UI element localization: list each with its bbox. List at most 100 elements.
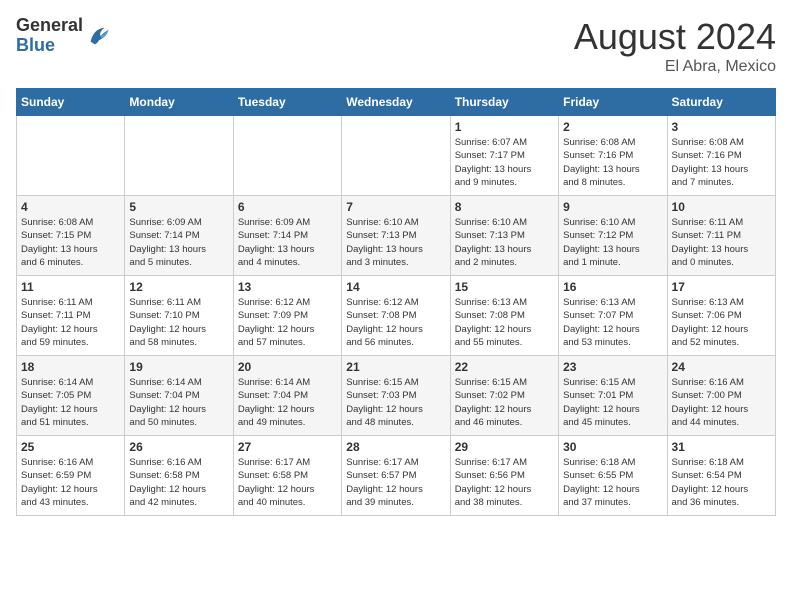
calendar-cell: 14Sunrise: 6:12 AM Sunset: 7:08 PM Dayli… [342, 276, 450, 356]
calendar-week-row: 18 Sunrise: 6:14 AM Sunset: 7:05 PM Dayli… [17, 356, 776, 436]
calendar-cell: 1 Sunrise: 6:07 AM Sunset: 7:17 PM Daylig… [450, 116, 558, 196]
calendar-cell: 20 Sunrise: 6:14 AM Sunset: 7:04 PM Dayli… [233, 356, 341, 436]
day-number: 14 [346, 280, 445, 294]
calendar-cell: 17Sunrise: 6:13 AM Sunset: 7:06 PM Dayli… [667, 276, 775, 356]
calendar-cell: 29 Sunrise: 6:17 AM Sunset: 6:56 PM Dayli… [450, 436, 558, 516]
calendar-cell: 16 Sunrise: 6:13 AM Sunset: 7:07 PM Dayli… [559, 276, 667, 356]
day-number: 27 [238, 440, 337, 454]
day-number: 25 [21, 440, 120, 454]
day-of-week-header: Friday [559, 89, 667, 116]
day-info: Sunrise: 6:15 AM Sunset: 7:02 PM Dayligh… [455, 376, 554, 429]
calendar-cell: 27 Sunrise: 6:17 AM Sunset: 6:58 PM Dayli… [233, 436, 341, 516]
day-info: Sunrise: 6:14 AM Sunset: 7:04 PM Dayligh… [129, 376, 228, 429]
day-number: 16 [563, 280, 662, 294]
calendar-header: SundayMondayTuesdayWednesdayThursdayFrid… [17, 89, 776, 116]
calendar-cell [233, 116, 341, 196]
logo-bird-icon [85, 22, 113, 50]
calendar-cell: 25Sunrise: 6:16 AM Sunset: 6:59 PM Dayli… [17, 436, 125, 516]
day-info: Sunrise: 6:08 AM Sunset: 7:16 PM Dayligh… [672, 136, 771, 189]
day-number: 2 [563, 120, 662, 134]
calendar-cell [125, 116, 233, 196]
logo: General Blue [16, 16, 113, 56]
calendar-cell: 19 Sunrise: 6:14 AM Sunset: 7:04 PM Dayli… [125, 356, 233, 436]
day-info: Sunrise: 6:11 AM Sunset: 7:11 PM Dayligh… [672, 216, 771, 269]
calendar-cell: 22 Sunrise: 6:15 AM Sunset: 7:02 PM Dayli… [450, 356, 558, 436]
month-year-title: August 2024 [574, 16, 776, 58]
day-number: 3 [672, 120, 771, 134]
day-number: 6 [238, 200, 337, 214]
calendar-cell: 3 Sunrise: 6:08 AM Sunset: 7:16 PM Daylig… [667, 116, 775, 196]
calendar-cell: 12 Sunrise: 6:11 AM Sunset: 7:10 PM Dayli… [125, 276, 233, 356]
day-of-week-header: Thursday [450, 89, 558, 116]
day-number: 24 [672, 360, 771, 374]
day-info: Sunrise: 6:13 AM Sunset: 7:08 PM Dayligh… [455, 296, 554, 349]
day-info: Sunrise: 6:14 AM Sunset: 7:04 PM Dayligh… [238, 376, 337, 429]
title-block: August 2024 El Abra, Mexico [574, 16, 776, 76]
day-number: 28 [346, 440, 445, 454]
day-info: Sunrise: 6:09 AM Sunset: 7:14 PM Dayligh… [238, 216, 337, 269]
logo-blue: Blue [16, 35, 55, 55]
day-number: 5 [129, 200, 228, 214]
calendar-cell: 7Sunrise: 6:10 AM Sunset: 7:13 PM Daylig… [342, 196, 450, 276]
day-of-week-header: Tuesday [233, 89, 341, 116]
day-info: Sunrise: 6:12 AM Sunset: 7:09 PM Dayligh… [238, 296, 337, 349]
calendar-body: 1 Sunrise: 6:07 AM Sunset: 7:17 PM Daylig… [17, 116, 776, 516]
day-info: Sunrise: 6:14 AM Sunset: 7:05 PM Dayligh… [21, 376, 120, 429]
calendar-cell: 30 Sunrise: 6:18 AM Sunset: 6:55 PM Dayli… [559, 436, 667, 516]
calendar-cell: 9Sunrise: 6:10 AM Sunset: 7:12 PM Daylig… [559, 196, 667, 276]
logo-text: General Blue [16, 16, 83, 56]
day-info: Sunrise: 6:16 AM Sunset: 6:58 PM Dayligh… [129, 456, 228, 509]
day-number: 13 [238, 280, 337, 294]
day-number: 10 [672, 200, 771, 214]
day-info: Sunrise: 6:13 AM Sunset: 7:06 PM Dayligh… [672, 296, 771, 349]
day-info: Sunrise: 6:17 AM Sunset: 6:56 PM Dayligh… [455, 456, 554, 509]
day-info: Sunrise: 6:09 AM Sunset: 7:14 PM Dayligh… [129, 216, 228, 269]
calendar-cell: 5 Sunrise: 6:09 AM Sunset: 7:14 PM Daylig… [125, 196, 233, 276]
day-number: 26 [129, 440, 228, 454]
day-number: 4 [21, 200, 120, 214]
day-info: Sunrise: 6:11 AM Sunset: 7:10 PM Dayligh… [129, 296, 228, 349]
day-number: 18 [21, 360, 120, 374]
calendar-cell: 18 Sunrise: 6:14 AM Sunset: 7:05 PM Dayli… [17, 356, 125, 436]
calendar-cell: 24Sunrise: 6:16 AM Sunset: 7:00 PM Dayli… [667, 356, 775, 436]
day-number: 21 [346, 360, 445, 374]
day-number: 15 [455, 280, 554, 294]
location-subtitle: El Abra, Mexico [574, 58, 776, 76]
day-number: 12 [129, 280, 228, 294]
page-header: General Blue August 2024 El Abra, Mexico [16, 16, 776, 76]
day-number: 1 [455, 120, 554, 134]
calendar-cell: 15 Sunrise: 6:13 AM Sunset: 7:08 PM Dayli… [450, 276, 558, 356]
day-info: Sunrise: 6:10 AM Sunset: 7:12 PM Dayligh… [563, 216, 662, 269]
day-info: Sunrise: 6:08 AM Sunset: 7:16 PM Dayligh… [563, 136, 662, 189]
day-info: Sunrise: 6:11 AM Sunset: 7:11 PM Dayligh… [21, 296, 120, 349]
day-number: 20 [238, 360, 337, 374]
day-info: Sunrise: 6:15 AM Sunset: 7:01 PM Dayligh… [563, 376, 662, 429]
day-of-week-header: Sunday [17, 89, 125, 116]
calendar-week-row: 25Sunrise: 6:16 AM Sunset: 6:59 PM Dayli… [17, 436, 776, 516]
day-info: Sunrise: 6:13 AM Sunset: 7:07 PM Dayligh… [563, 296, 662, 349]
day-number: 22 [455, 360, 554, 374]
calendar-cell: 26 Sunrise: 6:16 AM Sunset: 6:58 PM Dayli… [125, 436, 233, 516]
day-info: Sunrise: 6:18 AM Sunset: 6:54 PM Dayligh… [672, 456, 771, 509]
calendar-cell [342, 116, 450, 196]
calendar-cell: 23 Sunrise: 6:15 AM Sunset: 7:01 PM Dayli… [559, 356, 667, 436]
logo-general: General [16, 15, 83, 35]
day-of-week-header: Wednesday [342, 89, 450, 116]
day-number: 19 [129, 360, 228, 374]
day-info: Sunrise: 6:17 AM Sunset: 6:57 PM Dayligh… [346, 456, 445, 509]
calendar-week-row: 1 Sunrise: 6:07 AM Sunset: 7:17 PM Daylig… [17, 116, 776, 196]
day-of-week-header: Monday [125, 89, 233, 116]
day-number: 29 [455, 440, 554, 454]
day-number: 8 [455, 200, 554, 214]
day-number: 30 [563, 440, 662, 454]
day-info: Sunrise: 6:17 AM Sunset: 6:58 PM Dayligh… [238, 456, 337, 509]
calendar-cell: 31Sunrise: 6:18 AM Sunset: 6:54 PM Dayli… [667, 436, 775, 516]
day-info: Sunrise: 6:08 AM Sunset: 7:15 PM Dayligh… [21, 216, 120, 269]
day-number: 23 [563, 360, 662, 374]
day-info: Sunrise: 6:18 AM Sunset: 6:55 PM Dayligh… [563, 456, 662, 509]
day-info: Sunrise: 6:07 AM Sunset: 7:17 PM Dayligh… [455, 136, 554, 189]
day-number: 7 [346, 200, 445, 214]
days-of-week-row: SundayMondayTuesdayWednesdayThursdayFrid… [17, 89, 776, 116]
day-number: 11 [21, 280, 120, 294]
calendar-cell: 28 Sunrise: 6:17 AM Sunset: 6:57 PM Dayli… [342, 436, 450, 516]
